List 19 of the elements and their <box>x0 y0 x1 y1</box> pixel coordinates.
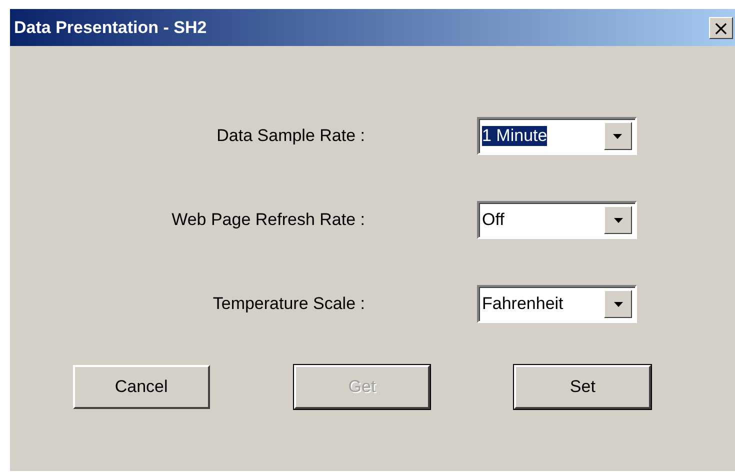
dropdown-button[interactable] <box>604 290 632 318</box>
caret-icon <box>614 218 622 222</box>
field-label: Web Page Refresh Rate : <box>170 210 365 230</box>
close-button[interactable]: × <box>709 16 733 38</box>
dialog-button[interactable]: Cancel <box>73 365 210 409</box>
dropdown-value: 1 Minute <box>482 126 548 146</box>
dropdown-button[interactable] <box>604 122 632 150</box>
dropdown-button[interactable] <box>604 206 632 234</box>
dialog-button[interactable]: Set <box>514 365 652 409</box>
window-title: Data Presentation - SH2 <box>14 18 207 38</box>
dropdown-field[interactable]: Fahrenheit <box>477 285 637 323</box>
caret-icon <box>613 134 622 138</box>
dropdown-field[interactable]: 1 Minute <box>477 117 637 155</box>
field-label: Temperature Scale : <box>212 294 365 314</box>
caret-icon <box>614 302 622 306</box>
dropdown-field[interactable]: Off <box>477 201 637 239</box>
dropdown-value: Off <box>482 210 506 230</box>
dropdown-value: Fahrenheit <box>482 294 564 314</box>
field-label: Data Sample Rate : <box>216 126 365 146</box>
